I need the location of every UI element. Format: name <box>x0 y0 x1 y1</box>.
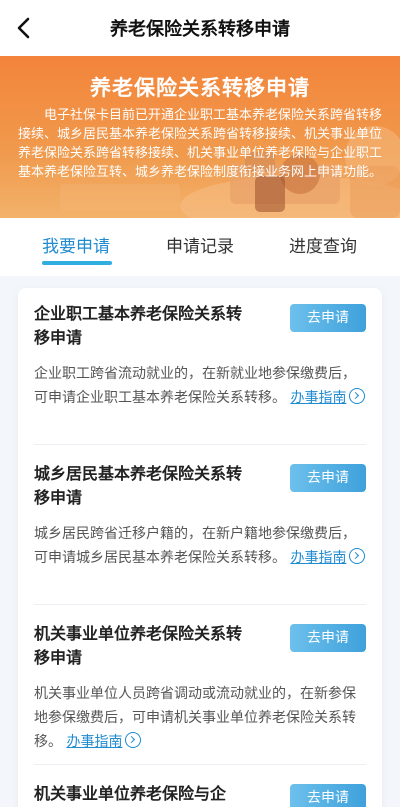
chevron-left-icon <box>17 17 30 39</box>
apply-button[interactable]: 去申请 <box>290 304 366 332</box>
chevron-right-circle-icon[interactable] <box>349 548 366 564</box>
item-description: 企业职工跨省流动就业的，在新就业地参保缴费后，可申请企业职工基本养老保险关系转移… <box>34 362 366 410</box>
guide-link[interactable]: 办事指南 <box>290 390 346 406</box>
chevron-right-circle-icon[interactable] <box>349 388 366 404</box>
apply-button[interactable]: 去申请 <box>290 624 366 652</box>
active-tab-indicator <box>42 261 112 265</box>
tab-apply[interactable]: 我要申请 <box>42 232 110 257</box>
item-title: 企业职工基本养老保险关系转移申请 <box>34 304 243 347</box>
apply-button[interactable]: 去申请 <box>290 464 366 492</box>
back-button[interactable] <box>10 14 38 42</box>
apply-button[interactable]: 去申请 <box>290 784 366 807</box>
item-description: 城乡居民跨省迁移户籍的，在新户籍地参保缴费后，可申请城乡居民基本养老保险关系转移… <box>34 522 366 570</box>
item-title: 机关事业单位养老保险与企 <box>34 784 227 803</box>
item-title: 城乡居民基本养老保险关系转移申请 <box>34 464 243 507</box>
top-bar: 养老保险关系转移申请 <box>0 0 400 56</box>
guide-link[interactable]: 办事指南 <box>66 734 122 750</box>
list-item: 企业职工基本养老保险关系转移申请 去申请 企业职工跨省流动就业的，在新就业地参保… <box>34 302 366 410</box>
tab-bar: 我要申请 申请记录 进度查询 <box>0 218 400 276</box>
list-item: 机关事业单位养老保险与企 去申请 <box>34 782 366 807</box>
item-description: 机关事业单位人员跨省调动或流动就业的，在新参保地参保缴费后，可申请机关事业单位养… <box>34 682 366 754</box>
page-title: 养老保险关系转移申请 <box>110 19 290 40</box>
divider <box>34 764 366 765</box>
item-title: 机关事业单位养老保险关系转移申请 <box>34 624 243 667</box>
tab-progress[interactable]: 进度查询 <box>289 232 357 257</box>
list-item: 机关事业单位养老保险关系转移申请 去申请 机关事业单位人员跨省调动或流动就业的，… <box>34 622 366 754</box>
divider <box>34 444 366 445</box>
chevron-right-circle-icon[interactable] <box>125 732 142 748</box>
tab-records[interactable]: 申请记录 <box>166 232 234 257</box>
hero-banner: 养老保险关系转移申请 电子社保卡目前已开通企业职工基本养老保险关系跨省转移接续、… <box>0 56 400 218</box>
list-item: 城乡居民基本养老保险关系转移申请 去申请 城乡居民跨省迁移户籍的，在新户籍地参保… <box>34 462 366 570</box>
guide-link[interactable]: 办事指南 <box>290 550 346 566</box>
banner-description: 电子社保卡目前已开通企业职工基本养老保险关系跨省转移接续、城乡居民基本养老保险关… <box>18 108 383 180</box>
divider <box>34 604 366 605</box>
banner-title: 养老保险关系转移申请 <box>90 76 310 100</box>
application-list-card: 企业职工基本养老保险关系转移申请 去申请 企业职工跨省流动就业的，在新就业地参保… <box>18 288 382 807</box>
